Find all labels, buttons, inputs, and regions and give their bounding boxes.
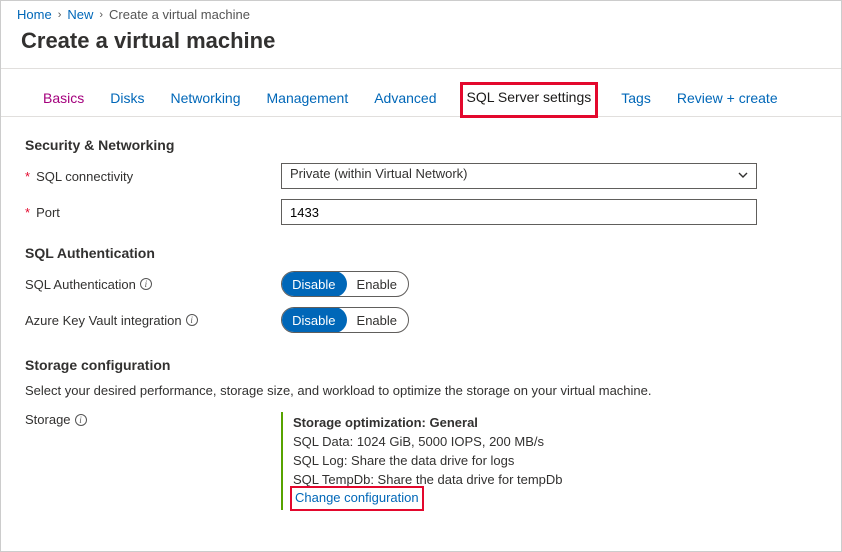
breadcrumb-current: Create a virtual machine: [109, 7, 250, 22]
label-port: * Port: [25, 205, 281, 220]
storage-optimization-title: Storage optimization: General: [293, 414, 757, 433]
tab-tags[interactable]: Tags: [619, 84, 653, 116]
label-akv: Azure Key Vault integration i: [25, 313, 281, 328]
info-icon[interactable]: i: [75, 414, 87, 426]
tab-management[interactable]: Management: [265, 84, 351, 116]
tab-disks[interactable]: Disks: [108, 84, 146, 116]
storage-description: Select your desired performance, storage…: [25, 383, 817, 398]
label-akv-text: Azure Key Vault integration: [25, 313, 182, 328]
info-icon[interactable]: i: [140, 278, 152, 290]
tab-sql-server-settings[interactable]: SQL Server settings: [461, 83, 598, 117]
toggle-disable[interactable]: Disable: [281, 307, 347, 333]
tab-networking[interactable]: Networking: [168, 84, 242, 116]
toggle-enable[interactable]: Enable: [346, 308, 408, 332]
content: Security & Networking * SQL connectivity…: [1, 117, 841, 530]
breadcrumb: Home › New › Create a virtual machine: [1, 1, 841, 26]
storage-sql-data: SQL Data: 1024 GiB, 5000 IOPS, 200 MB/s: [293, 433, 757, 452]
label-storage: Storage i: [25, 412, 281, 427]
info-icon[interactable]: i: [186, 314, 198, 326]
section-storage-configuration: Storage configuration: [25, 357, 817, 373]
chevron-right-icon: ›: [58, 9, 62, 21]
port-input[interactable]: [281, 199, 757, 225]
label-sql-connectivity: * SQL connectivity: [25, 169, 281, 184]
change-configuration-link[interactable]: Change configuration: [293, 489, 421, 508]
breadcrumb-new[interactable]: New: [67, 7, 93, 22]
sql-connectivity-select[interactable]: Private (within Virtual Network): [281, 163, 757, 189]
storage-sql-log: SQL Log: Share the data drive for logs: [293, 452, 757, 471]
label-sql-auth: SQL Authentication i: [25, 277, 281, 292]
sql-auth-toggle[interactable]: Disable Enable: [281, 271, 409, 297]
toggle-enable[interactable]: Enable: [346, 272, 408, 296]
breadcrumb-home[interactable]: Home: [17, 7, 52, 22]
page-title: Create a virtual machine: [1, 26, 841, 68]
akv-toggle[interactable]: Disable Enable: [281, 307, 409, 333]
tab-advanced[interactable]: Advanced: [372, 84, 438, 116]
tabs: Basics Disks Networking Management Advan…: [1, 69, 841, 117]
toggle-disable[interactable]: Disable: [281, 271, 347, 297]
label-sql-connectivity-text: SQL connectivity: [36, 169, 133, 184]
chevron-right-icon: ›: [99, 9, 103, 21]
label-sql-auth-text: SQL Authentication: [25, 277, 136, 292]
label-storage-text: Storage: [25, 412, 71, 427]
tab-review-create[interactable]: Review + create: [675, 84, 780, 116]
storage-sql-tempdb: SQL TempDb: Share the data drive for tem…: [293, 471, 757, 490]
required-icon: *: [25, 205, 30, 220]
required-icon: *: [25, 169, 30, 184]
tab-basics[interactable]: Basics: [41, 84, 86, 116]
section-security-networking: Security & Networking: [25, 137, 817, 153]
label-port-text: Port: [36, 205, 60, 220]
storage-summary: Storage optimization: General SQL Data: …: [281, 412, 757, 510]
section-sql-authentication: SQL Authentication: [25, 245, 817, 261]
